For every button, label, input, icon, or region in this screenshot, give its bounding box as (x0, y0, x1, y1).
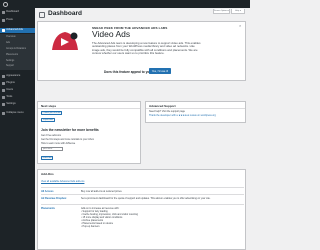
divider (38, 108, 140, 109)
sidebar-subitem-groups[interactable]: Groups & Rotations (0, 47, 35, 52)
advanced-ads-icon (2, 29, 5, 32)
addon-name[interactable]: All Access (41, 190, 77, 193)
next-steps-box: Next steps Create your first ad Import A… (37, 101, 141, 164)
admin-sidebar: Dashboard Posts Advanced Ads Overview Ad… (0, 8, 35, 250)
table-row: Ad Revenue Dropbox Set a prominent dashb… (41, 194, 244, 203)
close-icon[interactable]: × (239, 24, 241, 28)
newsletter-line: Get the first steps and more tutorials t… (41, 138, 94, 141)
appearance-icon (2, 75, 5, 78)
addon-desc: Add-on to increase ad revenue with: Supp… (81, 207, 231, 229)
sidebar-subitem-ads[interactable]: Ads (0, 41, 35, 46)
newsletter-line: How to earn more with AdSense (41, 142, 76, 145)
promo-yes-button[interactable]: Yes, I'd use it! (149, 68, 171, 74)
sidebar-item-posts[interactable]: Posts (0, 18, 35, 23)
video-ads-promo: SNEAK PEEK FROM THE ADVANCED ADS LABS Vi… (37, 21, 246, 81)
support-title: Advanced Support (149, 103, 176, 108)
addon-name[interactable]: Ad Revenue Dropbox (41, 197, 77, 200)
help-button[interactable]: Help ▾ (231, 9, 245, 14)
settings-icon (2, 103, 5, 106)
divider (146, 108, 245, 109)
sidebar-item-users[interactable]: Users (0, 88, 35, 93)
subscribe-button[interactable]: Subscribe (41, 156, 53, 160)
addon-desc: Buy now all add-ons at reduced prices. (81, 189, 123, 193)
newsletter-line: Get 2 free add-ons (41, 134, 61, 137)
tools-icon (2, 96, 5, 99)
import-ads-button[interactable]: Import Ads (41, 118, 55, 122)
promo-body: The Advanced Ads team is developing a ne… (92, 40, 201, 56)
list-item: Pop-up banners (81, 225, 231, 228)
dashboard-title-icon (39, 12, 45, 18)
video-ads-logo-icon (48, 30, 82, 52)
screen-options-button[interactable]: Screen Options ▾ (213, 9, 230, 14)
page-title: Dashboard (48, 10, 82, 17)
addon-feature-list: Support for lazy loading Cache busting, … (81, 210, 231, 229)
sidebar-item-advanced-ads[interactable]: Advanced Ads (0, 28, 35, 33)
admin-bar (0, 0, 250, 8)
addon-desc: Set a prominent dashboard for the quota … (81, 196, 211, 200)
sidebar-item-dashboard[interactable]: Dashboard (0, 10, 35, 15)
sidebar-subitem-support[interactable]: Support (0, 64, 35, 69)
table-row: Placements Add-on to increase ad revenue… (41, 204, 244, 249)
review-link[interactable]: Thank the developer with a ★★★★★ review … (149, 114, 216, 117)
email-field[interactable]: your email (41, 147, 63, 151)
addon-name[interactable]: Placements (41, 207, 77, 210)
sidebar-subitem-placements[interactable]: Placements (0, 53, 35, 58)
addons-title: Add-Ons (41, 172, 54, 176)
support-box: Advanced Support Need help? Visit the su… (145, 101, 246, 123)
dashboard-icon (2, 11, 5, 14)
plugins-icon (2, 82, 5, 85)
sidebar-item-tools[interactable]: Tools (0, 95, 35, 100)
support-help-line: Need help? Visit the support page (149, 110, 185, 113)
addons-box: Add-Ons View all available Advanced Ads … (37, 169, 246, 250)
wordpress-logo-icon[interactable] (3, 1, 8, 7)
promo-question: Does this feature appeal to you? (104, 70, 154, 74)
users-icon (2, 89, 5, 92)
create-first-ad-button[interactable]: Create your first ad (41, 111, 62, 115)
sidebar-subitem-overview[interactable]: Overview (0, 35, 35, 40)
collapse-icon (2, 112, 5, 115)
promo-title: Video Ads (92, 29, 131, 39)
next-steps-title: Next steps (41, 103, 57, 108)
newsletter-title: Join the newsletter for more benefits (41, 128, 99, 132)
sidebar-collapse-menu[interactable]: Collapse menu (0, 111, 35, 116)
view-addons-link[interactable]: View all available Advanced Ads add-ons (41, 180, 84, 183)
posts-icon (2, 19, 5, 22)
table-row: All Access Buy now all add-ons at reduce… (41, 187, 244, 193)
sidebar-item-plugins[interactable]: Plugins (0, 81, 35, 86)
sidebar-item-settings[interactable]: Settings (0, 102, 35, 107)
sidebar-item-appearance[interactable]: Appearance (0, 74, 35, 79)
